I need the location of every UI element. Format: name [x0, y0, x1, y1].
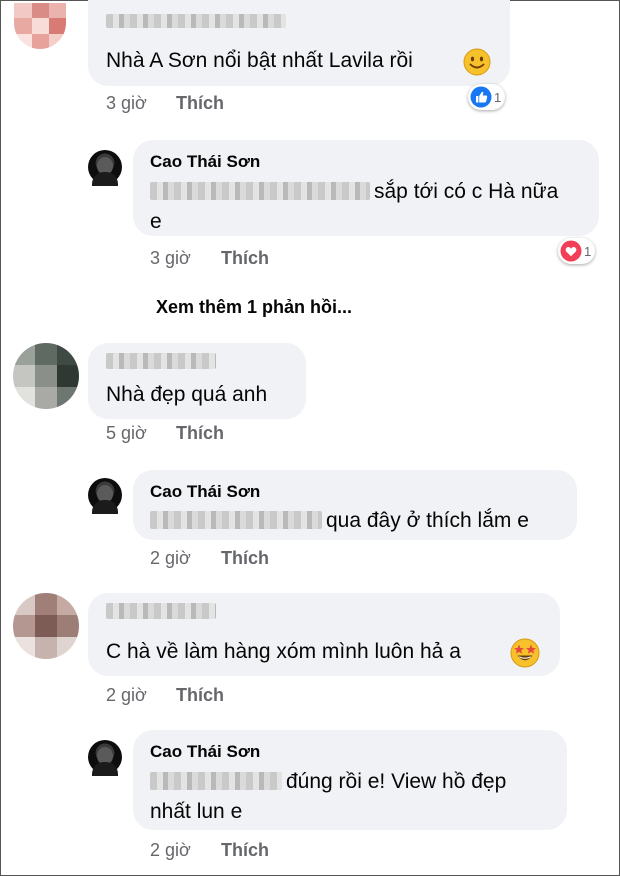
reply-author-name[interactable]: Cao Thái Sơn: [150, 742, 260, 762]
smile-emoji-icon: [463, 48, 491, 76]
reaction-count[interactable]: 1: [468, 84, 506, 110]
star-struck-emoji-icon: [510, 638, 540, 668]
commenter-name-blurred[interactable]: [106, 353, 216, 369]
cao-thai-son-avatar[interactable]: [88, 478, 122, 514]
comment-time[interactable]: 2 giờ: [106, 685, 147, 706]
cao-thai-son-avatar[interactable]: [88, 150, 122, 186]
tagged-name-blurred[interactable]: [150, 511, 322, 529]
view-more-replies-link[interactable]: Xem thêm 1 phản hồi...: [156, 297, 352, 318]
reply-text-line2: e: [150, 210, 162, 233]
commenter-avatar-blurred[interactable]: [13, 343, 79, 409]
tagged-name-blurred[interactable]: [150, 772, 282, 790]
like-button[interactable]: Thích: [176, 93, 224, 114]
commenter-avatar-blurred[interactable]: [13, 593, 79, 659]
like-button[interactable]: Thích: [176, 423, 224, 444]
commenter-avatar-blurred[interactable]: [14, 3, 66, 49]
comment-time[interactable]: 5 giờ: [106, 423, 147, 444]
like-button[interactable]: Thích: [221, 840, 269, 861]
love-reaction-icon: [560, 240, 582, 262]
like-button[interactable]: Thích: [176, 685, 224, 706]
cao-thai-son-avatar[interactable]: [88, 740, 122, 776]
reply-time[interactable]: 2 giờ: [150, 840, 191, 861]
reply-text-line2: nhất lun e: [150, 800, 243, 823]
reply-text-line1: đúng rồi e! View hồ đẹp: [286, 770, 507, 793]
commenter-name-blurred[interactable]: [106, 603, 216, 619]
reply-author-name[interactable]: Cao Thái Sơn: [150, 152, 260, 172]
reply-time[interactable]: 2 giờ: [150, 548, 191, 569]
reaction-count[interactable]: 1: [558, 238, 596, 264]
commenter-name-blurred[interactable]: [106, 14, 286, 28]
avatar-body: [92, 762, 118, 776]
comment-text: Nhà A Sơn nổi bật nhất Lavila rồi: [106, 49, 413, 72]
comment-text: Nhà đẹp quá anh: [106, 383, 268, 406]
reply-text: qua đây ở thích lắm e: [326, 509, 529, 532]
reaction-count-number: 1: [584, 243, 592, 259]
comment-text: C hà về làm hàng xóm mình luôn hả a: [106, 640, 461, 663]
reaction-count-number: 1: [494, 89, 502, 105]
avatar-body: [92, 500, 118, 514]
avatar-body: [92, 172, 118, 186]
reply-time[interactable]: 3 giờ: [150, 248, 191, 269]
reply-author-name[interactable]: Cao Thái Sơn: [150, 482, 260, 502]
like-reaction-icon: [470, 86, 492, 108]
tagged-name-blurred[interactable]: [150, 182, 370, 200]
comment-time[interactable]: 3 giờ: [106, 93, 147, 114]
like-button[interactable]: Thích: [221, 548, 269, 569]
reply-text-line1: sắp tới có c Hà nữa: [374, 180, 559, 203]
like-button[interactable]: Thích: [221, 248, 269, 269]
